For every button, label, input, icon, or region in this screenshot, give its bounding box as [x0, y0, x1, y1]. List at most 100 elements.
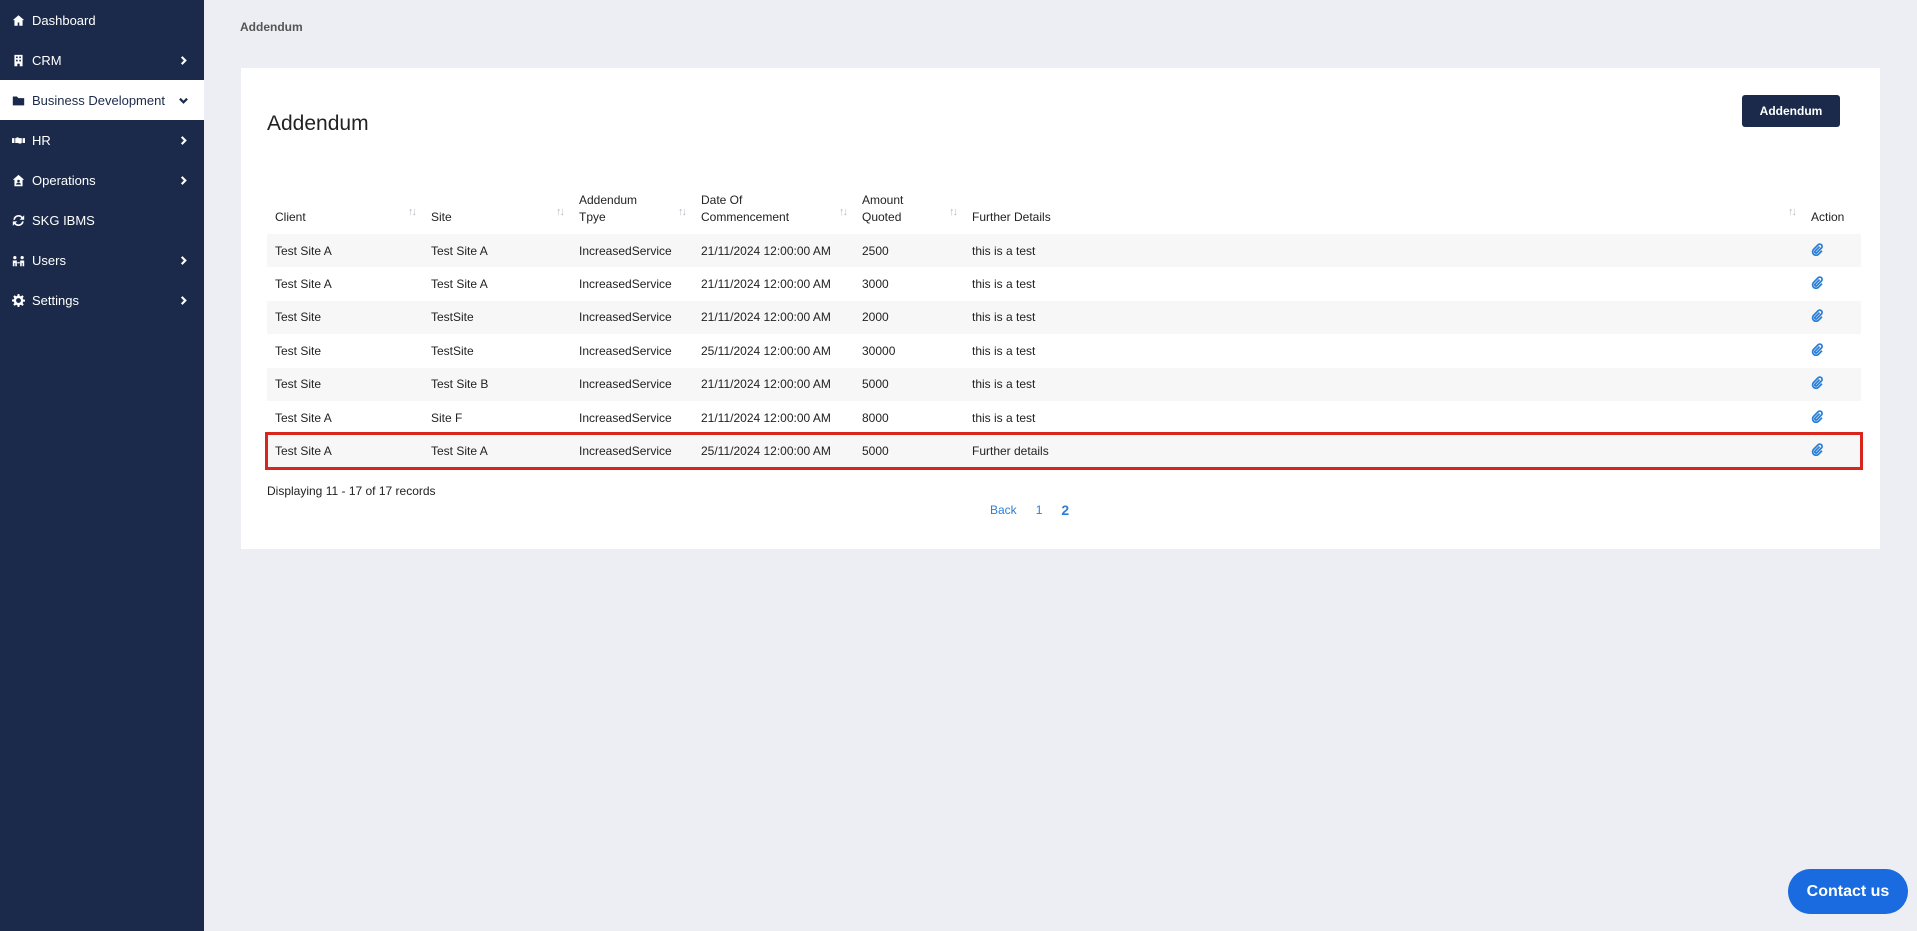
action-cell [1803, 368, 1861, 401]
sidebar-item-operations[interactable]: Operations [0, 160, 204, 200]
sidebar-item-hr[interactable]: HR [0, 120, 204, 160]
column-header-label: Action [1811, 210, 1845, 224]
paperclip-icon[interactable] [1811, 376, 1824, 392]
sidebar-item-label: Settings [32, 292, 79, 308]
action-cell [1803, 401, 1861, 434]
column-header-label: Date Of Commencement [701, 193, 790, 224]
pagination-page-2[interactable]: 2 [1061, 502, 1069, 518]
sidebar-item-users[interactable]: Users [0, 240, 204, 280]
table-row: Test Site A Test Site A IncreasedService 21… [267, 267, 1861, 301]
sidebar-item-crm[interactable]: CRM [0, 40, 204, 80]
column-header-client[interactable]: Client ↑↓ [267, 192, 423, 234]
table-cell: 21/11/2024 12:00:00 AM [701, 277, 831, 292]
sidebar-item-label: Dashboard [32, 12, 96, 28]
sort-icon[interactable]: ↑↓ [839, 204, 848, 221]
handshake-icon [10, 132, 26, 148]
column-header-action: Action [1803, 192, 1861, 234]
table-cell: Test Site [275, 343, 322, 358]
table-cell: this is a test [972, 343, 1036, 358]
chevron-right-icon [178, 135, 188, 145]
chevron-right-icon [178, 175, 188, 185]
table-header-row: Client ↑↓ Site ↑↓ Addendum Tpye ↑↓ Date Of Comme… [267, 192, 1861, 234]
sidebar-item-label: CRM [32, 52, 62, 68]
table-cell: this is a test [972, 377, 1036, 392]
table-row: Test Site A Test Site A IncreasedService 21… [267, 234, 1861, 268]
action-cell [1803, 334, 1861, 367]
column-header-site[interactable]: Site ↑↓ [423, 192, 571, 234]
table-cell: 21/11/2024 12:00:00 AM [701, 243, 831, 258]
action-cell [1803, 301, 1861, 334]
paperclip-icon[interactable] [1811, 443, 1824, 459]
sidebar: Dashboard CRM Business Development HR Operat… [0, 0, 204, 931]
page-title: Addendum [267, 112, 369, 135]
table-row: Test Site A Test Site A IncreasedService 25… [265, 432, 1863, 470]
table-cell: Test Site [275, 310, 322, 325]
sidebar-item-label: Users [32, 252, 66, 268]
column-header-label: Client [275, 210, 306, 224]
table-cell: IncreasedService [579, 310, 672, 325]
table-cell: 25/11/2024 12:00:00 AM [701, 444, 831, 459]
table-cell: Further details [972, 444, 1049, 459]
table-cell: 21/11/2024 12:00:00 AM [701, 410, 831, 425]
table-cell: Test Site A [431, 444, 488, 459]
contact-us-button[interactable]: Contact us [1788, 869, 1908, 914]
table-cell: IncreasedService [579, 243, 672, 258]
table-cell: 3000 [862, 277, 889, 292]
column-header-further-details[interactable]: Further Details ↑↓ [964, 192, 1803, 234]
table-cell: 30000 [862, 343, 896, 358]
table-cell: Test Site A [431, 277, 488, 292]
action-cell [1803, 234, 1861, 267]
sort-icon[interactable]: ↑↓ [949, 204, 958, 221]
sort-icon[interactable]: ↑↓ [1788, 204, 1797, 221]
records-info: Displaying 11 - 17 of 17 records [267, 484, 436, 498]
breadcrumb: Addendum [240, 20, 303, 34]
column-header-date-of-commencement[interactable]: Date Of Commencement ↑↓ [693, 192, 854, 234]
home-icon [10, 12, 26, 28]
sidebar-item-settings[interactable]: Settings [0, 280, 204, 320]
table-cell: this is a test [972, 243, 1036, 258]
sidebar-item-skg-ibms[interactable]: SKG IBMS [0, 200, 204, 240]
table-cell: IncreasedService [579, 410, 672, 425]
action-cell [1803, 434, 1861, 467]
sidebar-item-label: Operations [32, 172, 96, 188]
building-icon [10, 52, 26, 68]
table-cell: Test Site A [275, 277, 332, 292]
users-icon [10, 252, 26, 268]
paperclip-icon[interactable] [1811, 343, 1824, 359]
table-cell: Test Site B [431, 377, 489, 392]
sidebar-item-dashboard[interactable]: Dashboard [0, 0, 204, 40]
sidebar-item-business-development[interactable]: Business Development [0, 80, 204, 120]
column-header-label: Addendum Tpye [579, 193, 638, 224]
table-cell: 21/11/2024 12:00:00 AM [701, 310, 831, 325]
add-addendum-button[interactable]: Addendum [1742, 95, 1840, 127]
table-cell: 5000 [862, 377, 889, 392]
sort-icon[interactable]: ↑↓ [678, 204, 687, 221]
table-row: Test Site A Site F IncreasedService 21/11/2… [267, 400, 1861, 435]
house-user-icon [10, 172, 26, 188]
chevron-right-icon [178, 255, 188, 265]
sort-icon[interactable]: ↑↓ [408, 204, 417, 221]
sidebar-item-label: Business Development [32, 92, 165, 108]
pagination-back-link[interactable]: Back [990, 503, 1017, 517]
table-cell: 5000 [862, 444, 889, 459]
paperclip-icon[interactable] [1811, 409, 1824, 426]
paperclip-icon[interactable] [1811, 242, 1824, 259]
table-cell: Test Site [275, 377, 322, 392]
column-header-amount-quoted[interactable]: Amount Quoted ↑↓ [854, 192, 964, 234]
gear-icon [10, 292, 26, 308]
paperclip-icon[interactable] [1811, 276, 1824, 292]
table-body: Test Site A Test Site A IncreasedService 21… [265, 234, 1863, 470]
sort-icon[interactable]: ↑↓ [556, 204, 565, 221]
column-header-addendum-tpye[interactable]: Addendum Tpye ↑↓ [571, 192, 693, 234]
table-cell: Test Site A [275, 444, 332, 459]
table-cell: 2000 [862, 310, 889, 325]
pagination-page-1[interactable]: 1 [1036, 503, 1043, 517]
chevron-right-icon [178, 295, 188, 305]
column-header-label: Amount Quoted [862, 193, 904, 224]
addendum-card: Addendum Addendum Client ↑↓ Site ↑↓ Addendum… [241, 68, 1880, 549]
table-cell: 21/11/2024 12:00:00 AM [701, 377, 831, 392]
table-cell: 25/11/2024 12:00:00 AM [701, 343, 831, 358]
paperclip-icon[interactable] [1811, 309, 1824, 325]
chevron-right-icon [178, 55, 188, 65]
action-cell [1803, 267, 1861, 300]
